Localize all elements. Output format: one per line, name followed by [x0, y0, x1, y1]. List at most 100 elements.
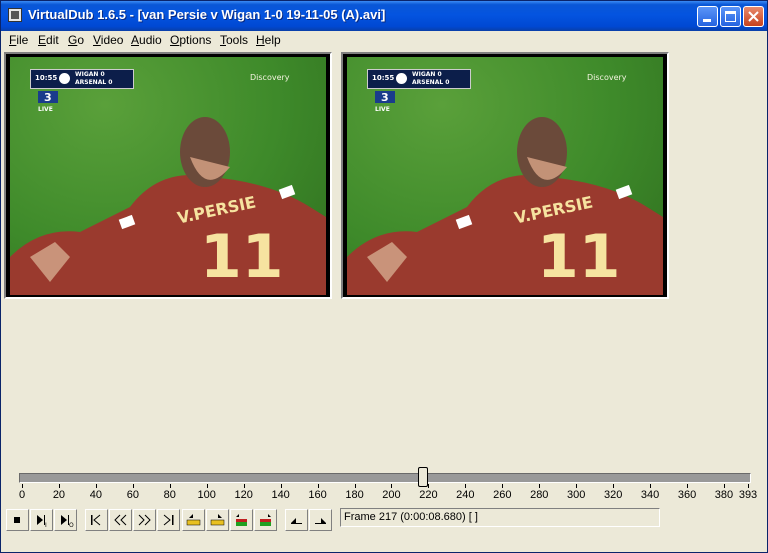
next-keyframe-icon [210, 514, 225, 526]
team1-name: WIGAN [75, 71, 99, 78]
timeline-tick-label: 40 [89, 489, 103, 501]
timeline-tick [723, 484, 725, 488]
timeline-tick-label: 380 [714, 489, 734, 501]
team2-score: 0 [445, 79, 450, 86]
timeline-tick [169, 484, 171, 488]
timeline-track[interactable] [19, 473, 751, 483]
mark-in-icon [291, 518, 302, 524]
timeline-tick-label: 200 [382, 489, 401, 501]
discovery-watermark: Discovery [250, 73, 290, 82]
timeline-tick [428, 484, 430, 488]
menu-options[interactable]: Options [170, 33, 211, 47]
shirt-number: 11 [537, 222, 621, 292]
input-video-frame: 11 V.PERSIE 10:55 WIGAN 0 ARSENAL 0 3 LI… [10, 57, 326, 295]
menu-audio[interactable]: Audio [131, 33, 162, 47]
prev-frame-icon [114, 514, 127, 526]
timeline-tick [502, 484, 504, 488]
channel-logo-icon: 3 LIVE [38, 91, 58, 113]
end-icon [163, 514, 174, 526]
play-input-icon: I [37, 515, 47, 528]
scene-forward-button[interactable] [254, 509, 277, 531]
prev-keyframe-icon [186, 514, 201, 526]
timeline-tick-label: 240 [456, 489, 475, 501]
scene-back-icon [236, 514, 247, 526]
app-icon[interactable] [8, 8, 22, 22]
timeline-tick [132, 484, 134, 488]
frame-status: Frame 217 (0:00:08.680) [ ] [340, 508, 660, 527]
app-window: VirtualDub 1.6.5 - [van Persie v Wigan 1… [0, 0, 768, 553]
timeline-tick [748, 484, 749, 488]
menu-bar: File Edit Go Video Audio Options Tools H… [1, 31, 767, 50]
timeline-tick-label: 140 [271, 489, 290, 501]
timeline-thumb[interactable] [417, 467, 428, 487]
discovery-watermark: Discovery [587, 73, 627, 82]
team2-score: 0 [108, 79, 113, 86]
scoreboard: 10:55 WIGAN 0 ARSENAL 0 [30, 69, 134, 89]
start-icon [91, 514, 101, 526]
mark-out-icon [315, 518, 326, 524]
scene-forward-icon [260, 514, 271, 526]
scene-back-button[interactable] [230, 509, 253, 531]
score-teams: WIGAN 0 ARSENAL 0 [75, 71, 112, 87]
mark-in-button[interactable] [285, 509, 308, 531]
close-icon [748, 11, 759, 22]
close-button[interactable] [743, 6, 764, 27]
play-output-button[interactable]: O [54, 509, 77, 531]
ball-icon [396, 73, 407, 84]
timeline-tick [95, 484, 97, 488]
prev-keyframe-button[interactable] [182, 509, 205, 531]
team1-score: 0 [100, 71, 105, 78]
maximize-icon [725, 11, 736, 22]
timeline-tick [391, 484, 393, 488]
timeline-tick [354, 484, 356, 488]
team2-name: ARSENAL [412, 79, 444, 86]
timeline-tick [243, 484, 245, 488]
timeline-tick [687, 484, 689, 488]
menu-edit[interactable]: Edit [38, 33, 59, 47]
menu-go[interactable]: Go [68, 33, 84, 47]
timeline-tick [206, 484, 208, 488]
stop-icon [14, 517, 20, 523]
prev-frame-button[interactable] [109, 509, 132, 531]
timeline-tick-label: 220 [419, 489, 438, 501]
play-input-button[interactable]: I [30, 509, 53, 531]
go-end-button[interactable] [157, 509, 180, 531]
timeline-tick-label: 300 [567, 489, 586, 501]
next-keyframe-button[interactable] [206, 509, 229, 531]
timeline-tick-label: 320 [603, 489, 623, 501]
next-frame-button[interactable] [133, 509, 156, 531]
channel-number: 3 [381, 91, 389, 104]
next-frame-icon [138, 514, 151, 526]
timeline-tick-label: 393 [738, 489, 758, 501]
team1-score: 0 [437, 71, 442, 78]
maximize-button[interactable] [720, 6, 741, 27]
team2-name: ARSENAL [75, 79, 107, 86]
go-start-button[interactable] [85, 509, 108, 531]
title-bar[interactable]: VirtualDub 1.6.5 - [van Persie v Wigan 1… [1, 1, 767, 31]
input-video-pane[interactable]: 11 V.PERSIE 10:55 WIGAN 0 ARSENAL 0 3 LI… [4, 52, 332, 299]
timeline-tick-label: 0 [18, 489, 26, 501]
svg-text:O: O [69, 522, 74, 528]
mark-out-button[interactable] [309, 509, 332, 531]
output-video-frame: 11 V.PERSIE 10:55 WIGAN 0 ARSENAL 0 3 LI… [347, 57, 663, 295]
window-title: VirtualDub 1.6.5 - [van Persie v Wigan 1… [28, 7, 386, 22]
minimize-button[interactable] [697, 6, 718, 27]
timeline-tick-label: 60 [126, 489, 139, 501]
menu-file[interactable]: File [9, 33, 28, 47]
menu-video[interactable]: Video [93, 33, 123, 47]
menu-tools[interactable]: Tools [220, 33, 248, 47]
timeline-tick-label: 260 [493, 489, 512, 501]
channel-logo-icon: 3 LIVE [375, 91, 395, 113]
timeline-tick [613, 484, 615, 488]
stop-button[interactable] [6, 509, 29, 531]
match-clock: 10:55 [35, 74, 58, 82]
output-video-pane[interactable]: 11 V.PERSIE 10:55 WIGAN 0 ARSENAL 0 3 LI… [341, 52, 669, 299]
scoreboard: 10:55 WIGAN 0 ARSENAL 0 [367, 69, 471, 89]
menu-help[interactable]: Help [256, 33, 281, 47]
channel-number: 3 [44, 91, 52, 104]
timeline-tick [576, 484, 578, 488]
score-teams: WIGAN 0 ARSENAL 0 [412, 71, 449, 87]
timeline-tick [58, 484, 60, 488]
team1-name: WIGAN [412, 71, 436, 78]
channel-live: LIVE [375, 106, 390, 113]
